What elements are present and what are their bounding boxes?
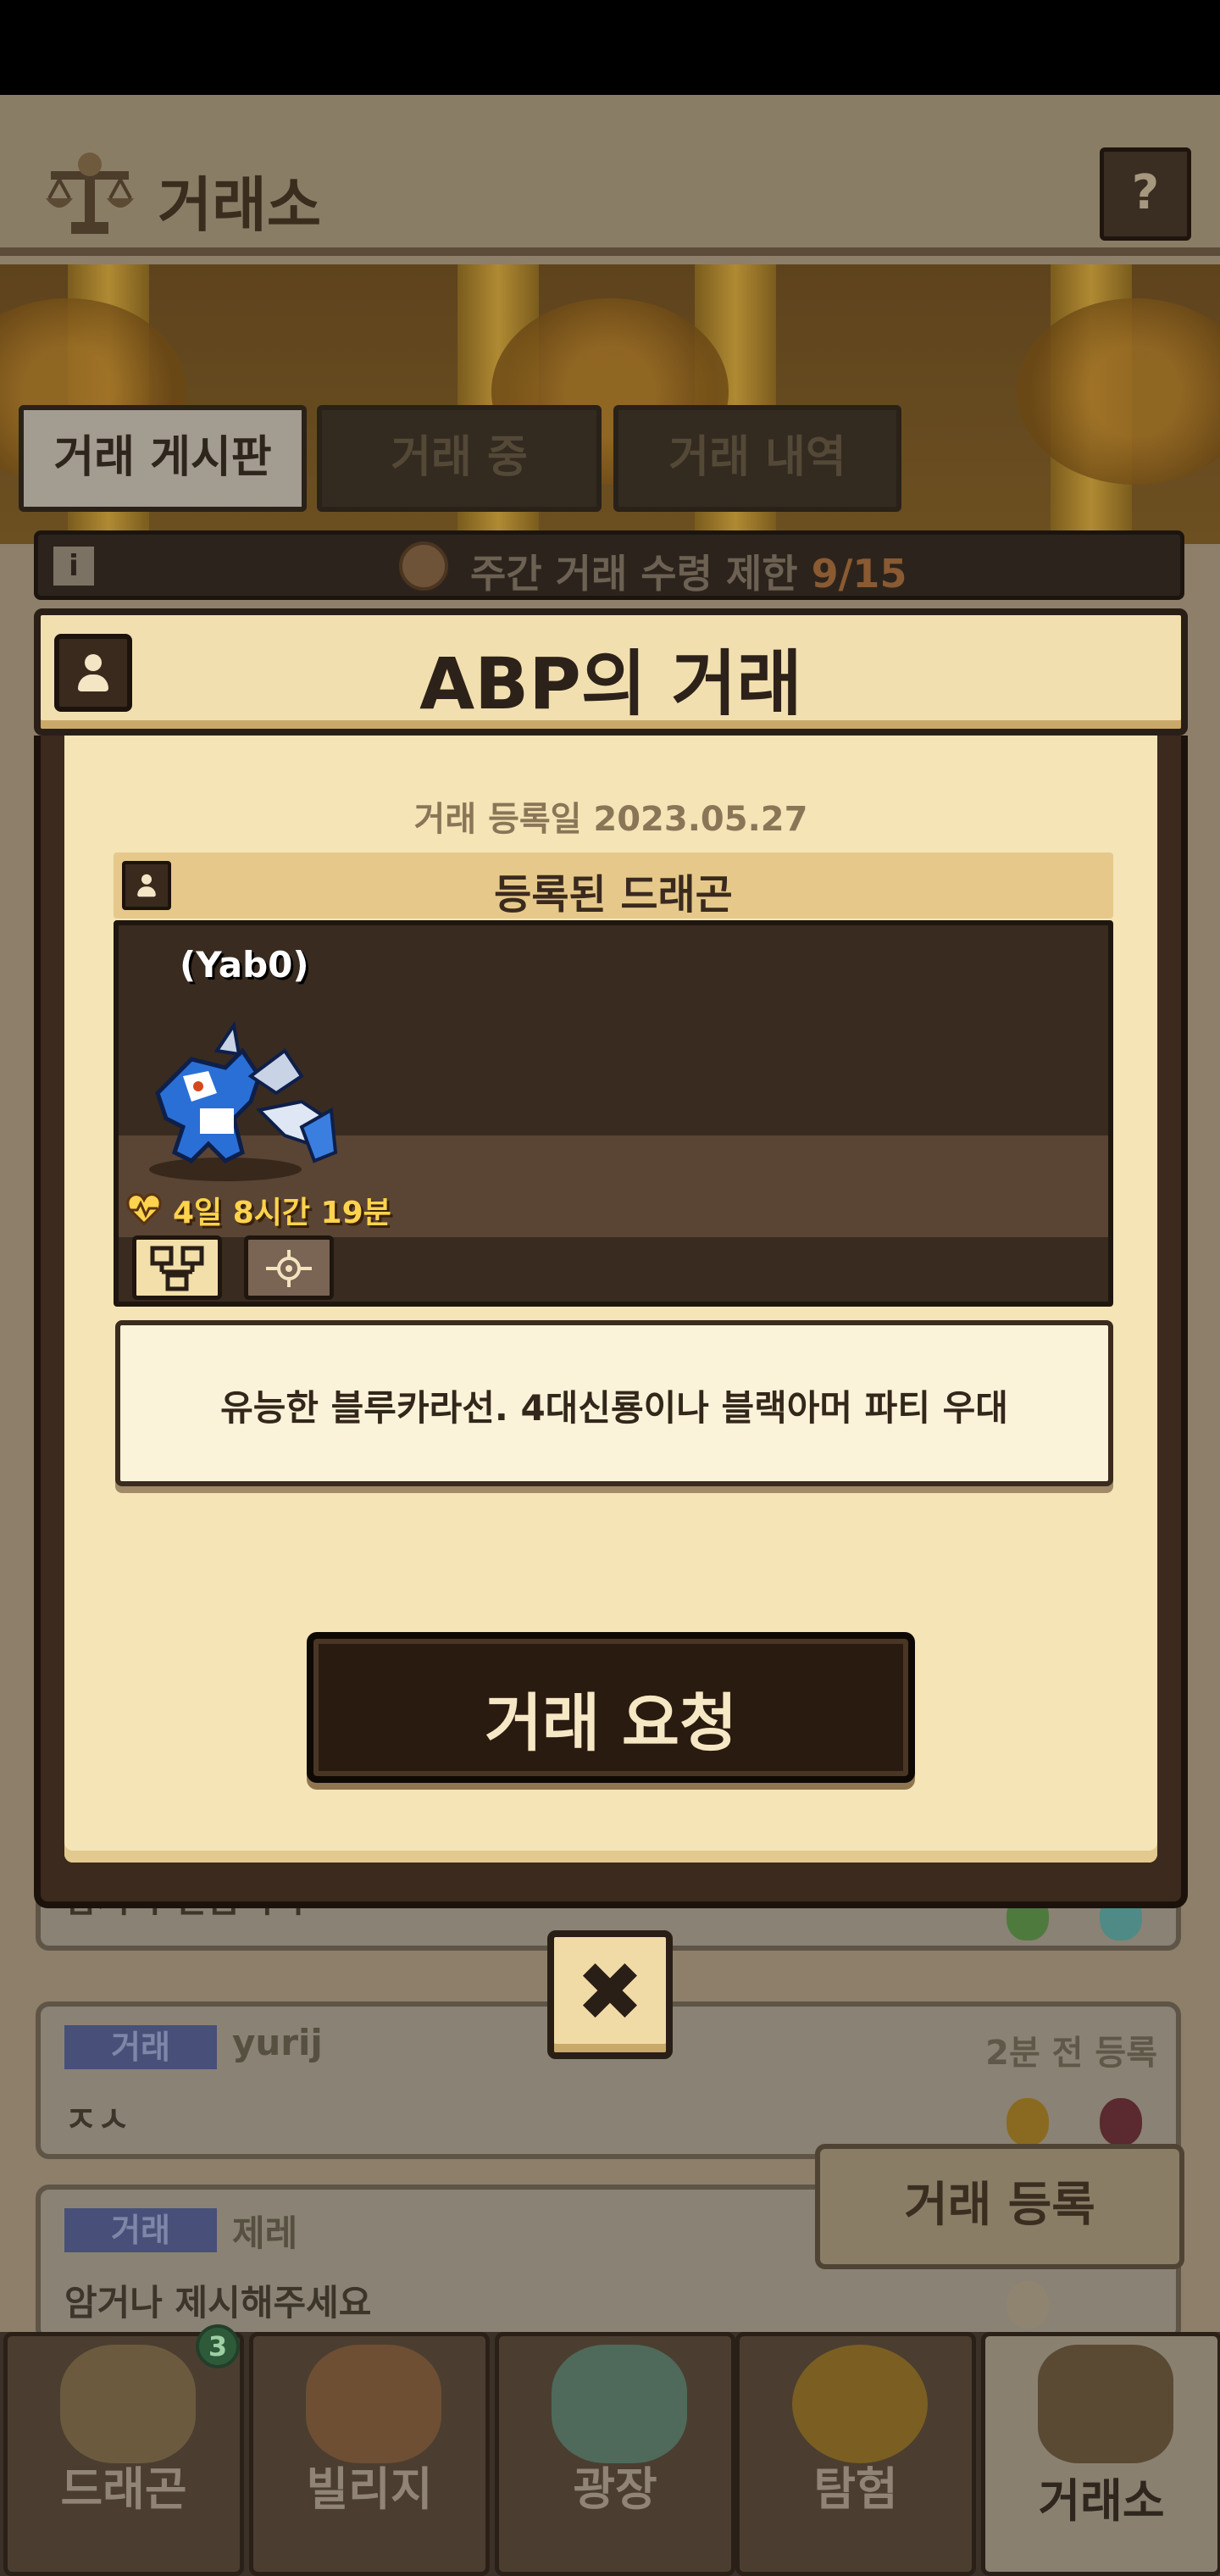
egg-icon (1006, 2281, 1049, 2329)
plaza-fountain-icon (552, 2345, 687, 2463)
locate-button[interactable] (244, 1235, 334, 1300)
nav-label: 드래곤 (60, 2462, 187, 2516)
trade-card-user: yurij (232, 2022, 323, 2063)
close-button[interactable]: ✖ (547, 1930, 673, 2059)
blue-dragon-sprite[interactable] (132, 1017, 344, 1186)
tab-trade-board[interactable]: 거래 게시판 (19, 405, 307, 512)
trade-detail-modal: 거래 등록일 2023.05.27 등록된 드래곤 (Yab0) 4일 8시간 … (34, 736, 1188, 1908)
trade-memo-text: 유능한 블루카라선. 4대신룡이나 블랙아머 파티 우대 (220, 1387, 1008, 1429)
trade-card-time: 2분 전 등록 (985, 2034, 1157, 2073)
help-button[interactable]: ? (1100, 147, 1191, 241)
info-icon[interactable]: i (53, 547, 94, 586)
registered-date: 거래 등록일 2023.05.27 (413, 800, 808, 839)
notification-badge: 3 (196, 2324, 240, 2368)
family-tree-button[interactable] (132, 1235, 222, 1300)
bottom-nav: 3 드래곤 빌리지 광장 탐험 거래소 (0, 2324, 1220, 2576)
nav-dragon[interactable]: 3 드래곤 (3, 2324, 244, 2576)
dragon-name: (Yab0) (180, 944, 309, 985)
nav-label: 탐험 (813, 2462, 898, 2516)
modal-paper: 거래 등록일 2023.05.27 등록된 드래곤 (Yab0) 4일 8시간 … (64, 736, 1157, 1863)
nav-plaza[interactable]: 광장 (495, 2332, 735, 2576)
header: 거래소 ? (0, 95, 1220, 256)
register-trade-button[interactable]: 거래 등록 (815, 2144, 1184, 2269)
nav-label: 빌리지 (306, 2462, 433, 2516)
close-icon: ✖ (575, 1945, 645, 2040)
trade-request-button[interactable]: 거래 요청 (307, 1632, 915, 1783)
egg-icon (1006, 2098, 1049, 2146)
trade-memo: 유능한 블루카라선. 4대신룡이나 블랙아머 파티 우대 (115, 1320, 1113, 1486)
dragon-face-icon (399, 541, 448, 591)
weekly-limit-text: 주간 거래 수령 제한 9/15 (470, 543, 907, 599)
trade-request-label: 거래 요청 (484, 1687, 738, 1760)
egg-icon (1100, 2098, 1142, 2146)
trade-tag: 거래 (64, 2025, 217, 2069)
modal-title-bar: ABP의 거래 (34, 608, 1188, 736)
scale-icon (1038, 2345, 1173, 2463)
family-tree-icon (150, 1246, 204, 1291)
banner-ornament (1017, 298, 1220, 485)
page-title: 거래소 (158, 170, 322, 240)
nav-label: 거래소 (1038, 2474, 1165, 2528)
trade-tag: 거래 (64, 2208, 217, 2252)
dragon-panel: (Yab0) 4일 8시간 19분 (114, 920, 1113, 1307)
tab-trading[interactable]: 거래 중 (317, 405, 602, 512)
scale-logo-icon (46, 153, 134, 234)
dragon-nav-icon (60, 2345, 196, 2463)
nav-label: 광장 (573, 2462, 657, 2516)
weekly-limit-label: 주간 거래 수령 제한 (470, 551, 798, 597)
dragon-lifetime: 4일 8시간 19분 (173, 1196, 391, 1230)
heartbeat-icon (126, 1193, 162, 1225)
status-bar (0, 0, 1220, 95)
registered-dragon-header: 등록된 드래곤 (114, 852, 1113, 919)
nav-exchange[interactable]: 거래소 (981, 2332, 1220, 2576)
nav-village[interactable]: 빌리지 (249, 2332, 490, 2576)
weekly-limit-bar: i 주간 거래 수령 제한 9/15 (34, 530, 1184, 600)
village-house-icon (306, 2345, 441, 2463)
weekly-limit-count: 9/15 (811, 551, 907, 597)
modal-title: ABP의 거래 (419, 642, 802, 725)
nav-explore[interactable]: 탐험 (735, 2332, 976, 2576)
tab-trade-history[interactable]: 거래 내역 (613, 405, 901, 512)
trade-card-message: ㅈㅅ (64, 2099, 130, 2140)
crosshair-icon (266, 1250, 312, 1287)
trade-card-user: 제레 (232, 2212, 298, 2254)
compass-icon (792, 2345, 928, 2463)
section-title: 등록된 드래곤 (494, 871, 733, 919)
trade-card-message: 암거나 제시해주세요 (64, 2282, 372, 2323)
